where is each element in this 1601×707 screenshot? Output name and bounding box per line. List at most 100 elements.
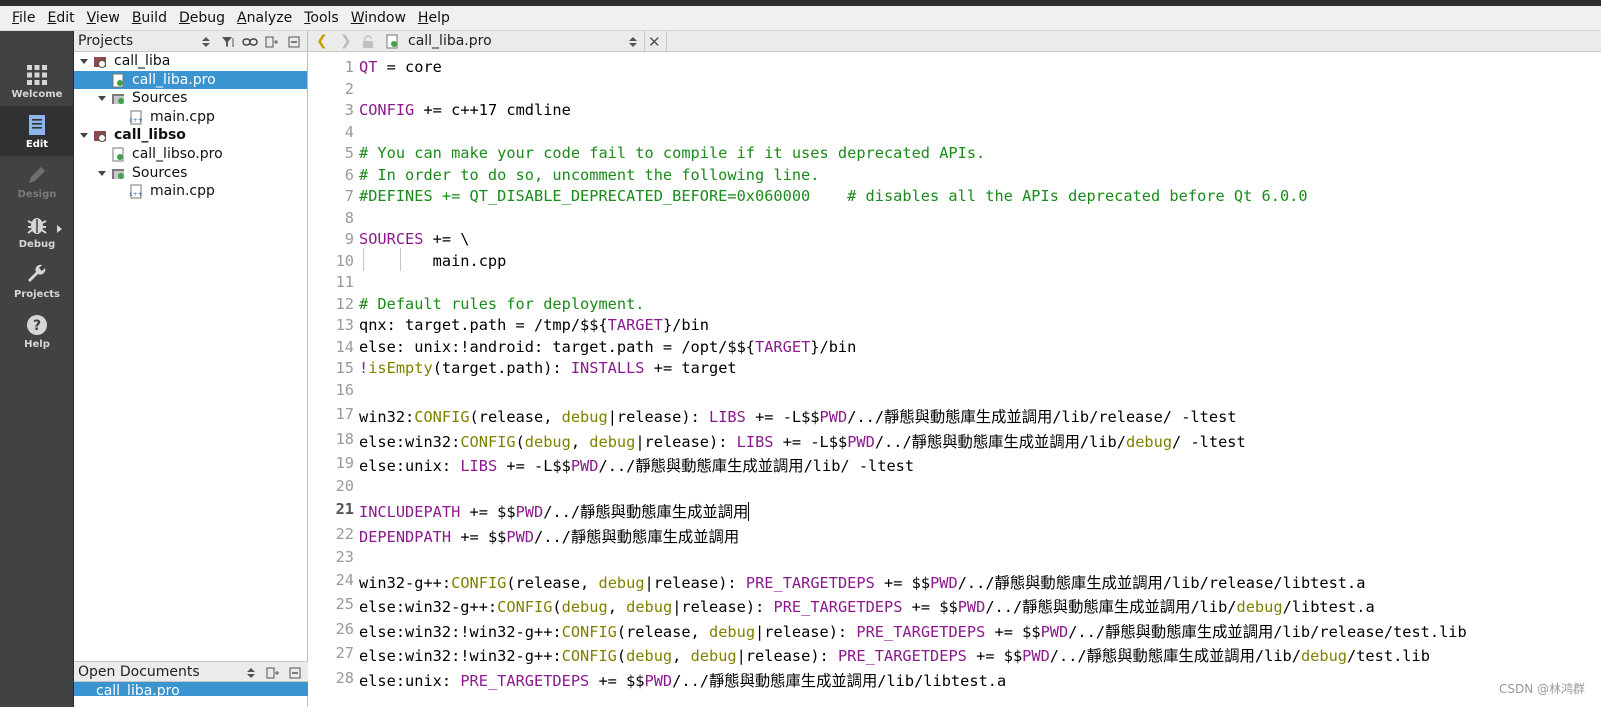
menu-build[interactable]: Build: [126, 6, 173, 31]
tree-item[interactable]: Sources: [74, 164, 307, 183]
close-panel-icon[interactable]: [283, 31, 305, 52]
mode-help[interactable]: ? Help: [0, 306, 74, 356]
open-document-item[interactable]: call_liba.pro: [74, 682, 308, 696]
tree-item[interactable]: Sources: [74, 89, 307, 108]
pro-file-icon: [112, 73, 124, 88]
svg-text:c++: c++: [129, 117, 142, 124]
line-number: 1: [344, 58, 354, 76]
line-number-gutter: 1 2 3 4 5 6 7 8 9 10 11 12 13 14 15 16 17 18 19 20 21 22 23 24 2…: [308, 52, 356, 707]
menu-bar: File Edit View Build Debug Analyze Tools…: [0, 6, 1601, 31]
menu-analyze[interactable]: Analyze: [231, 6, 298, 31]
mode-help-label: Help: [24, 339, 50, 350]
line-number: 12: [335, 294, 354, 313]
close-document-icon[interactable]: ✕: [648, 33, 661, 51]
code-line: else: unix:!android: target.path = /opt/…: [359, 337, 857, 356]
mode-welcome[interactable]: Welcome: [0, 56, 74, 106]
expand-arrow-icon[interactable]: [80, 59, 88, 64]
menu-tools[interactable]: Tools: [298, 6, 345, 31]
code-comment-line: #DEFINES += QT_DISABLE_DEPRECATED_BEFORE…: [359, 187, 1308, 205]
line-number: 11: [335, 273, 354, 291]
code-editor[interactable]: 1 2 3 4 5 6 7 8 9 10 11 12 13 14 15 16 17 18 19 20 21 22 23 24 2…: [308, 52, 1601, 707]
view-selector-arrows-icon[interactable]: [240, 662, 262, 683]
tree-item[interactable]: call_libso: [74, 126, 307, 145]
line-number: 3: [344, 101, 354, 119]
menu-edit[interactable]: Edit: [41, 6, 80, 31]
code-line-current: INCLUDEPATH += $$PWD/../靜態與動態庫生成並調用: [359, 502, 750, 521]
project-tree: call_liba call_liba.pro Sources c++ main…: [74, 52, 307, 201]
mode-debug[interactable]: Debug: [0, 206, 74, 256]
menu-window[interactable]: Window: [345, 6, 412, 31]
close-panel-icon[interactable]: [284, 662, 306, 683]
mode-projects[interactable]: Projects: [0, 256, 74, 306]
tree-item[interactable]: c++ main.cpp: [74, 182, 307, 201]
code-line: win32:CONFIG(release, debug|release): LI…: [359, 408, 1237, 426]
document-selector-arrows-icon[interactable]: [622, 31, 644, 52]
projects-panel-tools: [195, 31, 305, 52]
code-line: win32-g++:CONFIG(release, debug|release)…: [359, 573, 1366, 592]
line-number: 15: [335, 359, 354, 377]
menu-file[interactable]: File: [6, 6, 41, 31]
mode-design[interactable]: Design: [0, 156, 74, 206]
toolbar-divider: [644, 31, 645, 52]
split-icon[interactable]: [262, 662, 284, 683]
menu-help[interactable]: Help: [412, 6, 456, 31]
code-comment-line: # Default rules for deployment.: [359, 294, 645, 313]
grid-icon: [27, 65, 47, 85]
filter-icon[interactable]: [217, 31, 239, 52]
cpp-file-icon: c++: [129, 110, 143, 125]
expand-arrow-icon[interactable]: [98, 96, 106, 102]
pro-file-icon: [112, 147, 124, 162]
tree-item[interactable]: c++ main.cpp: [74, 108, 307, 127]
mode-welcome-label: Welcome: [11, 89, 63, 100]
code-line: qnx: target.path = /tmp/$${TARGET}/bin: [359, 316, 709, 334]
tree-item-label: call_libso: [114, 127, 186, 144]
code-line: else:win32:!win32-g++:CONFIG(debug, debu…: [359, 647, 1430, 665]
tree-item-label: main.cpp: [150, 108, 215, 125]
menu-debug[interactable]: Debug: [173, 6, 231, 31]
link-icon[interactable]: [239, 31, 261, 52]
expand-arrow-icon[interactable]: [57, 225, 62, 233]
line-number: 18: [335, 429, 354, 448]
toolbar-divider: [666, 31, 667, 52]
view-selector-arrows-icon[interactable]: [195, 31, 217, 52]
code-line: else:win32:CONFIG(debug, debug|release):…: [359, 432, 1246, 451]
cpp-file-icon: c++: [129, 184, 143, 199]
editor-filename[interactable]: call_liba.pro: [408, 31, 492, 52]
open-documents-title: Open Documents: [78, 664, 200, 680]
tree-item[interactable]: call_liba: [74, 52, 307, 71]
pencil-icon: [29, 167, 45, 183]
line-number: 4: [344, 122, 354, 141]
projects-panel-title[interactable]: Projects: [78, 33, 133, 49]
tree-item-selected[interactable]: call_liba.pro: [74, 70, 307, 90]
split-icon[interactable]: [261, 31, 283, 52]
tree-item-label: call_libso.pro: [132, 145, 223, 162]
mode-edit[interactable]: Edit: [0, 106, 74, 156]
svg-text:?: ?: [33, 318, 41, 334]
code-comment-line: # In order to do so, uncomment the follo…: [359, 165, 820, 184]
back-arrow-icon[interactable]: ❮: [316, 34, 328, 48]
menu-view[interactable]: View: [81, 6, 126, 31]
code-line: QT = core: [359, 58, 442, 76]
mode-debug-label: Debug: [18, 239, 56, 250]
line-number: 13: [335, 316, 354, 334]
folder-icon: [112, 94, 124, 105]
wrench-icon: [28, 264, 46, 282]
line-number: 7: [344, 187, 354, 205]
line-number: 27: [335, 644, 354, 662]
folder-icon: [112, 168, 124, 179]
mode-selector-bar: Welcome Edit Design Debug Projects ? Hel…: [0, 31, 74, 707]
code-line: else:unix: LIBS += -L$$PWD/../靜態與動態庫生成並調…: [359, 457, 915, 475]
tree-item-label: Sources: [132, 164, 188, 181]
code-line: CONFIG += c++17 cmdline: [359, 101, 571, 119]
tree-item[interactable]: call_libso.pro: [74, 145, 307, 164]
svg-text:c++: c++: [129, 191, 142, 198]
help-icon: ?: [27, 315, 47, 335]
forward-arrow-icon[interactable]: ❯: [340, 34, 352, 48]
mode-projects-label: Projects: [13, 289, 60, 300]
code-line: main.cpp: [359, 251, 507, 270]
expand-arrow-icon[interactable]: [98, 170, 106, 176]
line-number: 28: [335, 668, 354, 687]
line-number: 8: [344, 208, 354, 227]
code-line: SOURCES += \: [359, 230, 470, 248]
expand-arrow-icon[interactable]: [80, 133, 88, 139]
